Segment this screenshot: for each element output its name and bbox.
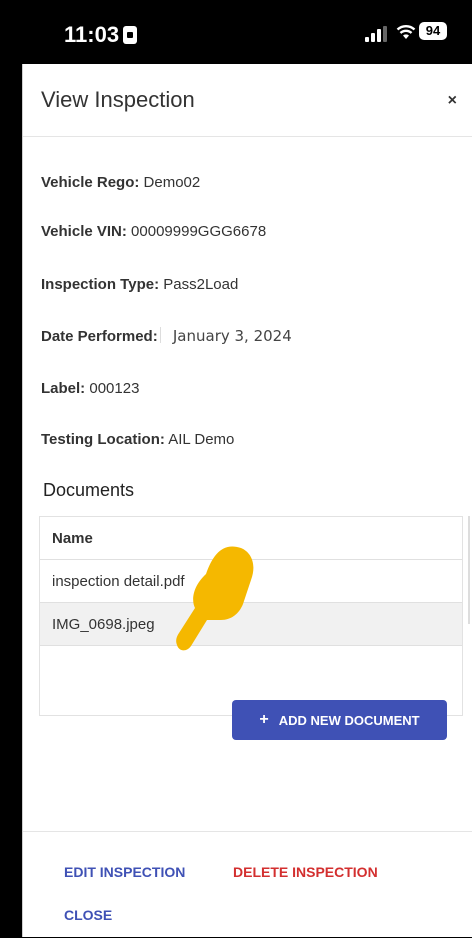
close-icon[interactable]: × [448,92,457,110]
view-inspection-dialog: View Inspection × Vehicle Rego: Demo02 V… [22,64,472,937]
add-new-document-button[interactable]: + ADD NEW DOCUMENT [232,700,447,740]
vehicle-rego-field: Vehicle Rego: Demo02 [41,174,201,191]
table-scrollbar[interactable] [468,516,470,624]
column-header-name: Name [52,530,93,547]
date-performed-value: January 3, 2024 [172,327,292,345]
testing-location-field: Testing Location: AIL Demo [41,431,235,448]
dialog-footer: EDIT INSPECTION DELETE INSPECTION CLOSE [23,831,472,938]
status-time: 11:03 [64,22,138,48]
dialog-title: View Inspection [41,87,195,112]
signal-icon [365,26,387,42]
edit-inspection-button[interactable]: EDIT INSPECTION [64,864,185,880]
documents-heading: Documents [43,480,135,500]
dialog-header: View Inspection × [23,64,472,137]
pointing-hand-icon [176,546,254,651]
vehicle-vin-field: Vehicle VIN: 00009999GGG6678 [41,223,267,240]
document-name[interactable]: IMG_0698.jpeg [52,616,155,633]
plus-icon: + [259,711,269,728]
label-field: Label: 000123 [41,380,140,397]
inspection-type-field: Inspection Type: Pass2Load [41,276,239,293]
battery-icon: 94 [419,22,447,40]
clock-badge-icon [123,26,138,44]
wifi-icon [396,20,416,46]
status-bar: 11:03 94 [0,0,472,64]
delete-inspection-button[interactable]: DELETE INSPECTION [233,864,378,880]
add-new-document-label: ADD NEW DOCUMENT [278,712,420,728]
close-button[interactable]: CLOSE [64,907,112,923]
date-performed-field: Date Performed: January 3, 2024 [41,327,292,345]
